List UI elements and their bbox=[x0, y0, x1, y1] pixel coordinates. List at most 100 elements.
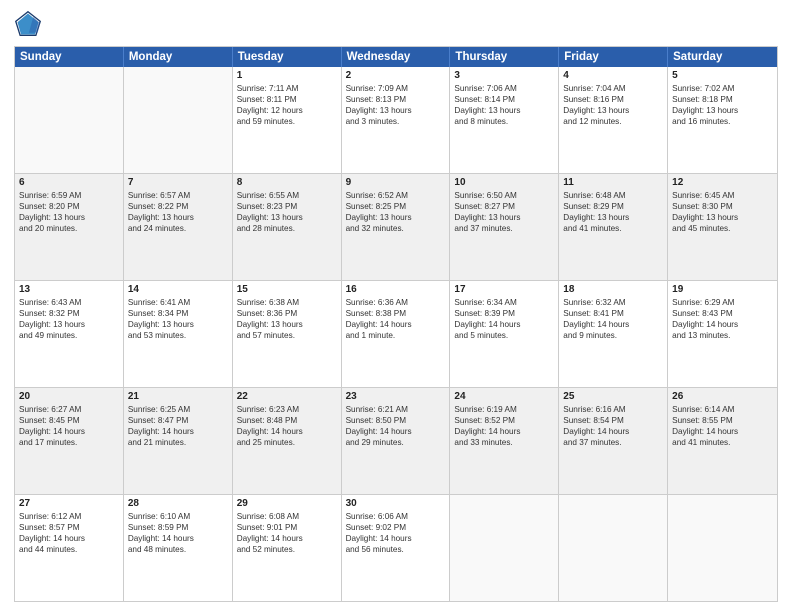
day-number: 5 bbox=[672, 70, 773, 81]
day-number: 19 bbox=[672, 284, 773, 295]
calendar-row-1: 6 Sunrise: 6:59 AMSunset: 8:20 PMDaylight… bbox=[15, 173, 777, 280]
header bbox=[14, 10, 778, 38]
day-number: 8 bbox=[237, 177, 337, 188]
calendar-cell-13: 13 Sunrise: 6:43 AMSunset: 8:32 PMDayligh… bbox=[15, 281, 124, 387]
cell-content: Sunrise: 6:48 AMSunset: 8:29 PMDaylight:… bbox=[563, 190, 663, 234]
day-number: 7 bbox=[128, 177, 228, 188]
cell-content: Sunrise: 6:25 AMSunset: 8:47 PMDaylight:… bbox=[128, 404, 228, 448]
calendar-cell-28: 28 Sunrise: 6:10 AMSunset: 8:59 PMDayligh… bbox=[124, 495, 233, 601]
day-number: 21 bbox=[128, 391, 228, 402]
weekday-header-saturday: Saturday bbox=[668, 47, 777, 67]
weekday-header-sunday: Sunday bbox=[15, 47, 124, 67]
day-number: 28 bbox=[128, 498, 228, 509]
calendar-cell-23: 23 Sunrise: 6:21 AMSunset: 8:50 PMDayligh… bbox=[342, 388, 451, 494]
calendar-cell-18: 18 Sunrise: 6:32 AMSunset: 8:41 PMDayligh… bbox=[559, 281, 668, 387]
day-number: 11 bbox=[563, 177, 663, 188]
day-number: 23 bbox=[346, 391, 446, 402]
cell-content: Sunrise: 6:59 AMSunset: 8:20 PMDaylight:… bbox=[19, 190, 119, 234]
day-number: 15 bbox=[237, 284, 337, 295]
calendar-cell-16: 16 Sunrise: 6:36 AMSunset: 8:38 PMDayligh… bbox=[342, 281, 451, 387]
day-number: 22 bbox=[237, 391, 337, 402]
calendar-cell-10: 10Sunrise: 6:50 AMSunset: 8:27 PMDayligh… bbox=[450, 174, 559, 280]
day-number: 4 bbox=[563, 70, 663, 81]
day-number: 9 bbox=[346, 177, 446, 188]
day-number: 3 bbox=[454, 70, 554, 81]
cell-content: Sunrise: 6:21 AMSunset: 8:50 PMDaylight:… bbox=[346, 404, 446, 448]
weekday-header-tuesday: Tuesday bbox=[233, 47, 342, 67]
cell-content: Sunrise: 6:12 AMSunset: 8:57 PMDaylight:… bbox=[19, 511, 119, 555]
calendar-cell-14: 14Sunrise: 6:41 AMSunset: 8:34 PMDayligh… bbox=[124, 281, 233, 387]
calendar-cell-27: 27 Sunrise: 6:12 AMSunset: 8:57 PMDayligh… bbox=[15, 495, 124, 601]
weekday-header-thursday: Thursday bbox=[450, 47, 559, 67]
cell-content: Sunrise: 6:32 AMSunset: 8:41 PMDaylight:… bbox=[563, 297, 663, 341]
cell-content: Sunrise: 6:34 AMSunset: 8:39 PMDaylight:… bbox=[454, 297, 554, 341]
cell-content: Sunrise: 7:09 AMSunset: 8:13 PMDaylight:… bbox=[346, 83, 446, 127]
cell-content: Sunrise: 6:10 AMSunset: 8:59 PMDaylight:… bbox=[128, 511, 228, 555]
cell-content: Sunrise: 7:11 AMSunset: 8:11 PMDaylight:… bbox=[237, 83, 337, 127]
day-number: 26 bbox=[672, 391, 773, 402]
cell-content: Sunrise: 7:04 AMSunset: 8:16 PMDaylight:… bbox=[563, 83, 663, 127]
calendar-header-row: SundayMondayTuesdayWednesdayThursdayFrid… bbox=[15, 47, 777, 67]
cell-content: Sunrise: 6:29 AMSunset: 8:43 PMDaylight:… bbox=[672, 297, 773, 341]
weekday-header-friday: Friday bbox=[559, 47, 668, 67]
calendar-cell-empty bbox=[15, 67, 124, 173]
cell-content: Sunrise: 6:38 AMSunset: 8:36 PMDaylight:… bbox=[237, 297, 337, 341]
cell-content: Sunrise: 6:41 AMSunset: 8:34 PMDaylight:… bbox=[128, 297, 228, 341]
cell-content: Sunrise: 6:23 AMSunset: 8:48 PMDaylight:… bbox=[237, 404, 337, 448]
cell-content: Sunrise: 6:36 AMSunset: 8:38 PMDaylight:… bbox=[346, 297, 446, 341]
day-number: 1 bbox=[237, 70, 337, 81]
calendar-cell-22: 22 Sunrise: 6:23 AMSunset: 8:48 PMDayligh… bbox=[233, 388, 342, 494]
cell-content: Sunrise: 6:27 AMSunset: 8:45 PMDaylight:… bbox=[19, 404, 119, 448]
weekday-header-wednesday: Wednesday bbox=[342, 47, 451, 67]
calendar-cell-12: 12Sunrise: 6:45 AMSunset: 8:30 PMDayligh… bbox=[668, 174, 777, 280]
cell-content: Sunrise: 6:19 AMSunset: 8:52 PMDaylight:… bbox=[454, 404, 554, 448]
cell-content: Sunrise: 6:14 AMSunset: 8:55 PMDaylight:… bbox=[672, 404, 773, 448]
cell-content: Sunrise: 7:06 AMSunset: 8:14 PMDaylight:… bbox=[454, 83, 554, 127]
day-number: 13 bbox=[19, 284, 119, 295]
cell-content: Sunrise: 6:50 AMSunset: 8:27 PMDaylight:… bbox=[454, 190, 554, 234]
calendar-cell-empty bbox=[559, 495, 668, 601]
calendar-row-3: 20 Sunrise: 6:27 AMSunset: 8:45 PMDayligh… bbox=[15, 387, 777, 494]
calendar-row-2: 13 Sunrise: 6:43 AMSunset: 8:32 PMDayligh… bbox=[15, 280, 777, 387]
day-number: 25 bbox=[563, 391, 663, 402]
calendar-cell-5: 5 Sunrise: 7:02 AMSunset: 8:18 PMDaylight… bbox=[668, 67, 777, 173]
cell-content: Sunrise: 6:45 AMSunset: 8:30 PMDaylight:… bbox=[672, 190, 773, 234]
calendar-cell-6: 6 Sunrise: 6:59 AMSunset: 8:20 PMDaylight… bbox=[15, 174, 124, 280]
cell-content: Sunrise: 6:55 AMSunset: 8:23 PMDaylight:… bbox=[237, 190, 337, 234]
cell-content: Sunrise: 6:08 AMSunset: 9:01 PMDaylight:… bbox=[237, 511, 337, 555]
calendar-cell-29: 29 Sunrise: 6:08 AMSunset: 9:01 PMDayligh… bbox=[233, 495, 342, 601]
cell-content: Sunrise: 6:52 AMSunset: 8:25 PMDaylight:… bbox=[346, 190, 446, 234]
day-number: 18 bbox=[563, 284, 663, 295]
calendar-cell-4: 4 Sunrise: 7:04 AMSunset: 8:16 PMDaylight… bbox=[559, 67, 668, 173]
cell-content: Sunrise: 6:06 AMSunset: 9:02 PMDaylight:… bbox=[346, 511, 446, 555]
calendar-cell-17: 17 Sunrise: 6:34 AMSunset: 8:39 PMDayligh… bbox=[450, 281, 559, 387]
calendar-cell-2: 2 Sunrise: 7:09 AMSunset: 8:13 PMDaylight… bbox=[342, 67, 451, 173]
calendar-cell-15: 15 Sunrise: 6:38 AMSunset: 8:36 PMDayligh… bbox=[233, 281, 342, 387]
calendar-cell-25: 25 Sunrise: 6:16 AMSunset: 8:54 PMDayligh… bbox=[559, 388, 668, 494]
logo bbox=[14, 10, 46, 38]
calendar-row-4: 27 Sunrise: 6:12 AMSunset: 8:57 PMDayligh… bbox=[15, 494, 777, 601]
cell-content: Sunrise: 6:43 AMSunset: 8:32 PMDaylight:… bbox=[19, 297, 119, 341]
calendar: SundayMondayTuesdayWednesdayThursdayFrid… bbox=[14, 46, 778, 602]
day-number: 17 bbox=[454, 284, 554, 295]
page: SundayMondayTuesdayWednesdayThursdayFrid… bbox=[0, 0, 792, 612]
day-number: 30 bbox=[346, 498, 446, 509]
day-number: 2 bbox=[346, 70, 446, 81]
cell-content: Sunrise: 6:57 AMSunset: 8:22 PMDaylight:… bbox=[128, 190, 228, 234]
calendar-cell-20: 20 Sunrise: 6:27 AMSunset: 8:45 PMDayligh… bbox=[15, 388, 124, 494]
cell-content: Sunrise: 6:16 AMSunset: 8:54 PMDaylight:… bbox=[563, 404, 663, 448]
weekday-header-monday: Monday bbox=[124, 47, 233, 67]
calendar-cell-26: 26 Sunrise: 6:14 AMSunset: 8:55 PMDayligh… bbox=[668, 388, 777, 494]
calendar-body: 1 Sunrise: 7:11 AMSunset: 8:11 PMDaylight… bbox=[15, 67, 777, 601]
day-number: 16 bbox=[346, 284, 446, 295]
calendar-cell-empty bbox=[450, 495, 559, 601]
day-number: 24 bbox=[454, 391, 554, 402]
day-number: 20 bbox=[19, 391, 119, 402]
calendar-cell-11: 11 Sunrise: 6:48 AMSunset: 8:29 PMDayligh… bbox=[559, 174, 668, 280]
day-number: 27 bbox=[19, 498, 119, 509]
day-number: 29 bbox=[237, 498, 337, 509]
calendar-cell-8: 8 Sunrise: 6:55 AMSunset: 8:23 PMDaylight… bbox=[233, 174, 342, 280]
calendar-cell-empty bbox=[668, 495, 777, 601]
day-number: 6 bbox=[19, 177, 119, 188]
cell-content: Sunrise: 7:02 AMSunset: 8:18 PMDaylight:… bbox=[672, 83, 773, 127]
